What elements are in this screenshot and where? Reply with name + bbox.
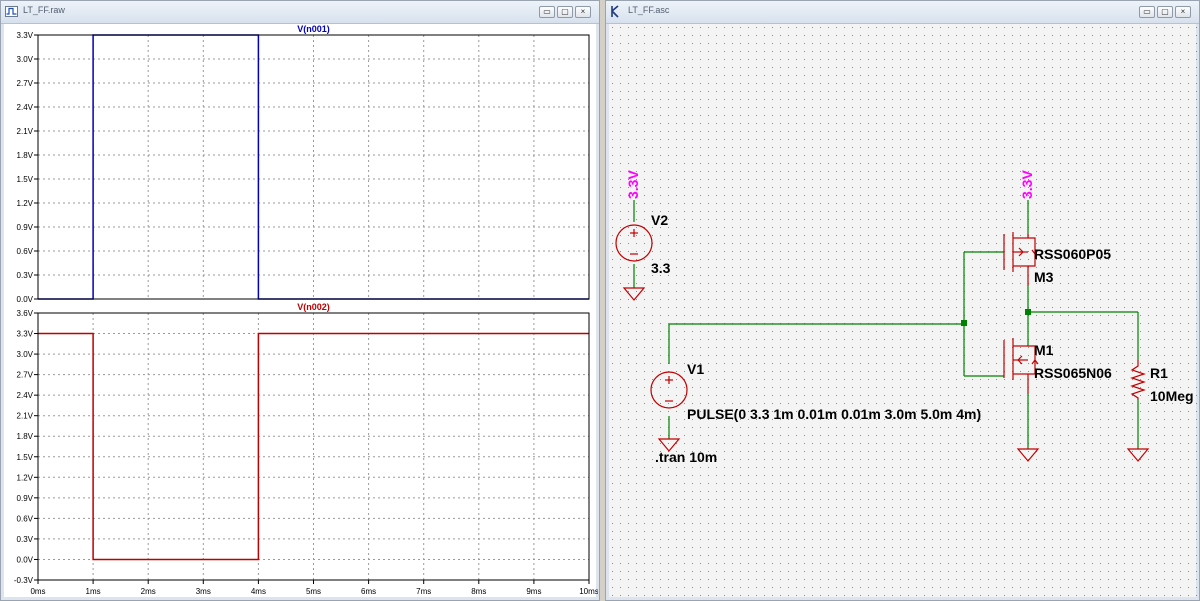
junction-dot [961, 320, 967, 326]
waveform-window-title: LT_FF.raw [23, 5, 65, 15]
x-tick-label: 3ms [196, 587, 211, 596]
minimize-button[interactable]: ▭ [1139, 6, 1155, 18]
y-tick-label: 1.5V [17, 175, 34, 184]
schematic-window[interactable]: LT_FF.asc ▭ ▢ × 3.3V V2 3.3 V1 PULSE(0 3… [605, 0, 1200, 601]
y-tick-label: 0.3V [17, 535, 34, 544]
y-tick-label: 0.0V [17, 295, 34, 304]
y-tick-label: 2.1V [17, 412, 34, 421]
x-tick-label: 9ms [526, 587, 541, 596]
x-tick-label: 7ms [416, 587, 431, 596]
restore-button[interactable]: ▢ [557, 6, 573, 18]
schematic-app-icon [611, 5, 619, 18]
waveform-window[interactable]: LT_FF.raw ▭ ▢ × 0.0V 0.3V 0.6V 0.9V 1.2V 1.5V… [0, 0, 600, 601]
v2-flag-label: 3.3V [625, 170, 641, 199]
y-tick-label: 1.8V [17, 151, 34, 160]
schematic-titlebar[interactable]: LT_FF.asc ▭ ▢ × [606, 1, 1199, 24]
v2-value-label: 3.3 [651, 260, 671, 276]
schematic-window-title: LT_FF.asc [628, 5, 670, 15]
y-tick-label: 1.2V [17, 473, 34, 482]
y-tick-label: 3.6V [17, 309, 34, 318]
junction-dot [1025, 309, 1031, 315]
y-tick-label: 2.7V [17, 371, 34, 380]
waveform-chart-svg: 0.0V 0.3V 0.6V 0.9V 1.2V 1.5V 1.8V 2.1V 2.4V 2.7V… [14, 24, 598, 596]
y-tick-label: 3.0V [17, 350, 34, 359]
close-button[interactable]: × [1175, 6, 1191, 18]
schematic-svg: 3.3V V2 3.3 V1 PULSE(0 3.3 1m 0.01m 0.01… [609, 24, 1198, 599]
y-tick-label: 0.6V [17, 247, 34, 256]
v1-ref-label: V1 [687, 361, 704, 377]
x-tick-label: 5ms [306, 587, 321, 596]
y-tick-label: 0.9V [17, 494, 34, 503]
r1-value-label: 10Meg [1150, 388, 1194, 404]
minimize-button[interactable]: ▭ [539, 6, 555, 18]
y-tick-label: 2.1V [17, 127, 34, 136]
x-tick-label: 4ms [251, 587, 266, 596]
m3-flag-label: 3.3V [1019, 170, 1035, 199]
x-tick-label: 0ms [30, 587, 45, 596]
schematic-canvas[interactable]: 3.3V V2 3.3 V1 PULSE(0 3.3 1m 0.01m 0.01… [609, 24, 1198, 599]
x-tick-label: 8ms [471, 587, 486, 596]
restore-button[interactable]: ▢ [1157, 6, 1173, 18]
x-tick-label: 6ms [361, 587, 376, 596]
m3-model-label: RSS060P05 [1034, 246, 1111, 262]
tran-directive[interactable]: .tran 10m [655, 449, 717, 465]
waveform-titlebar[interactable]: LT_FF.raw ▭ ▢ × [1, 1, 599, 24]
x-tick-label: 1ms [86, 587, 101, 596]
m1-ref-label: M1 [1034, 342, 1054, 358]
m1-model-label: RSS065N06 [1034, 365, 1112, 381]
close-button[interactable]: × [575, 6, 591, 18]
m3-ref-label: M3 [1034, 269, 1054, 285]
y-tick-label: 1.2V [17, 199, 34, 208]
waveform-plot-area[interactable]: 0.0V 0.3V 0.6V 0.9V 1.2V 1.5V 1.8V 2.1V 2.4V 2.7V… [4, 24, 598, 597]
y-tick-label: 0.9V [17, 223, 34, 232]
y-tick-label: -0.3V [14, 576, 34, 585]
trace-title: V(n002) [297, 302, 330, 312]
y-tick-label: 0.3V [17, 271, 34, 280]
y-tick-label: 2.7V [17, 79, 34, 88]
y-tick-label: 1.8V [17, 432, 34, 441]
waveform-app-icon [5, 6, 18, 17]
v2-ref-label: V2 [651, 212, 668, 228]
y-tick-label: 0.0V [17, 555, 34, 564]
trace-title: V(n001) [297, 24, 330, 34]
y-tick-label: 3.3V [17, 330, 34, 339]
r1-ref-label: R1 [1150, 365, 1168, 381]
v1-pulse-value: PULSE(0 3.3 1m 0.01m 0.01m 3.0m 5.0m 4m) [687, 406, 981, 422]
x-tick-label: 10ms [579, 587, 598, 596]
y-tick-label: 2.4V [17, 391, 34, 400]
y-tick-label: 0.6V [17, 514, 34, 523]
y-tick-label: 3.0V [17, 55, 34, 64]
y-tick-label: 1.5V [17, 453, 34, 462]
y-tick-label: 3.3V [17, 31, 34, 40]
y-tick-label: 2.4V [17, 103, 34, 112]
x-tick-label: 2ms [141, 587, 156, 596]
